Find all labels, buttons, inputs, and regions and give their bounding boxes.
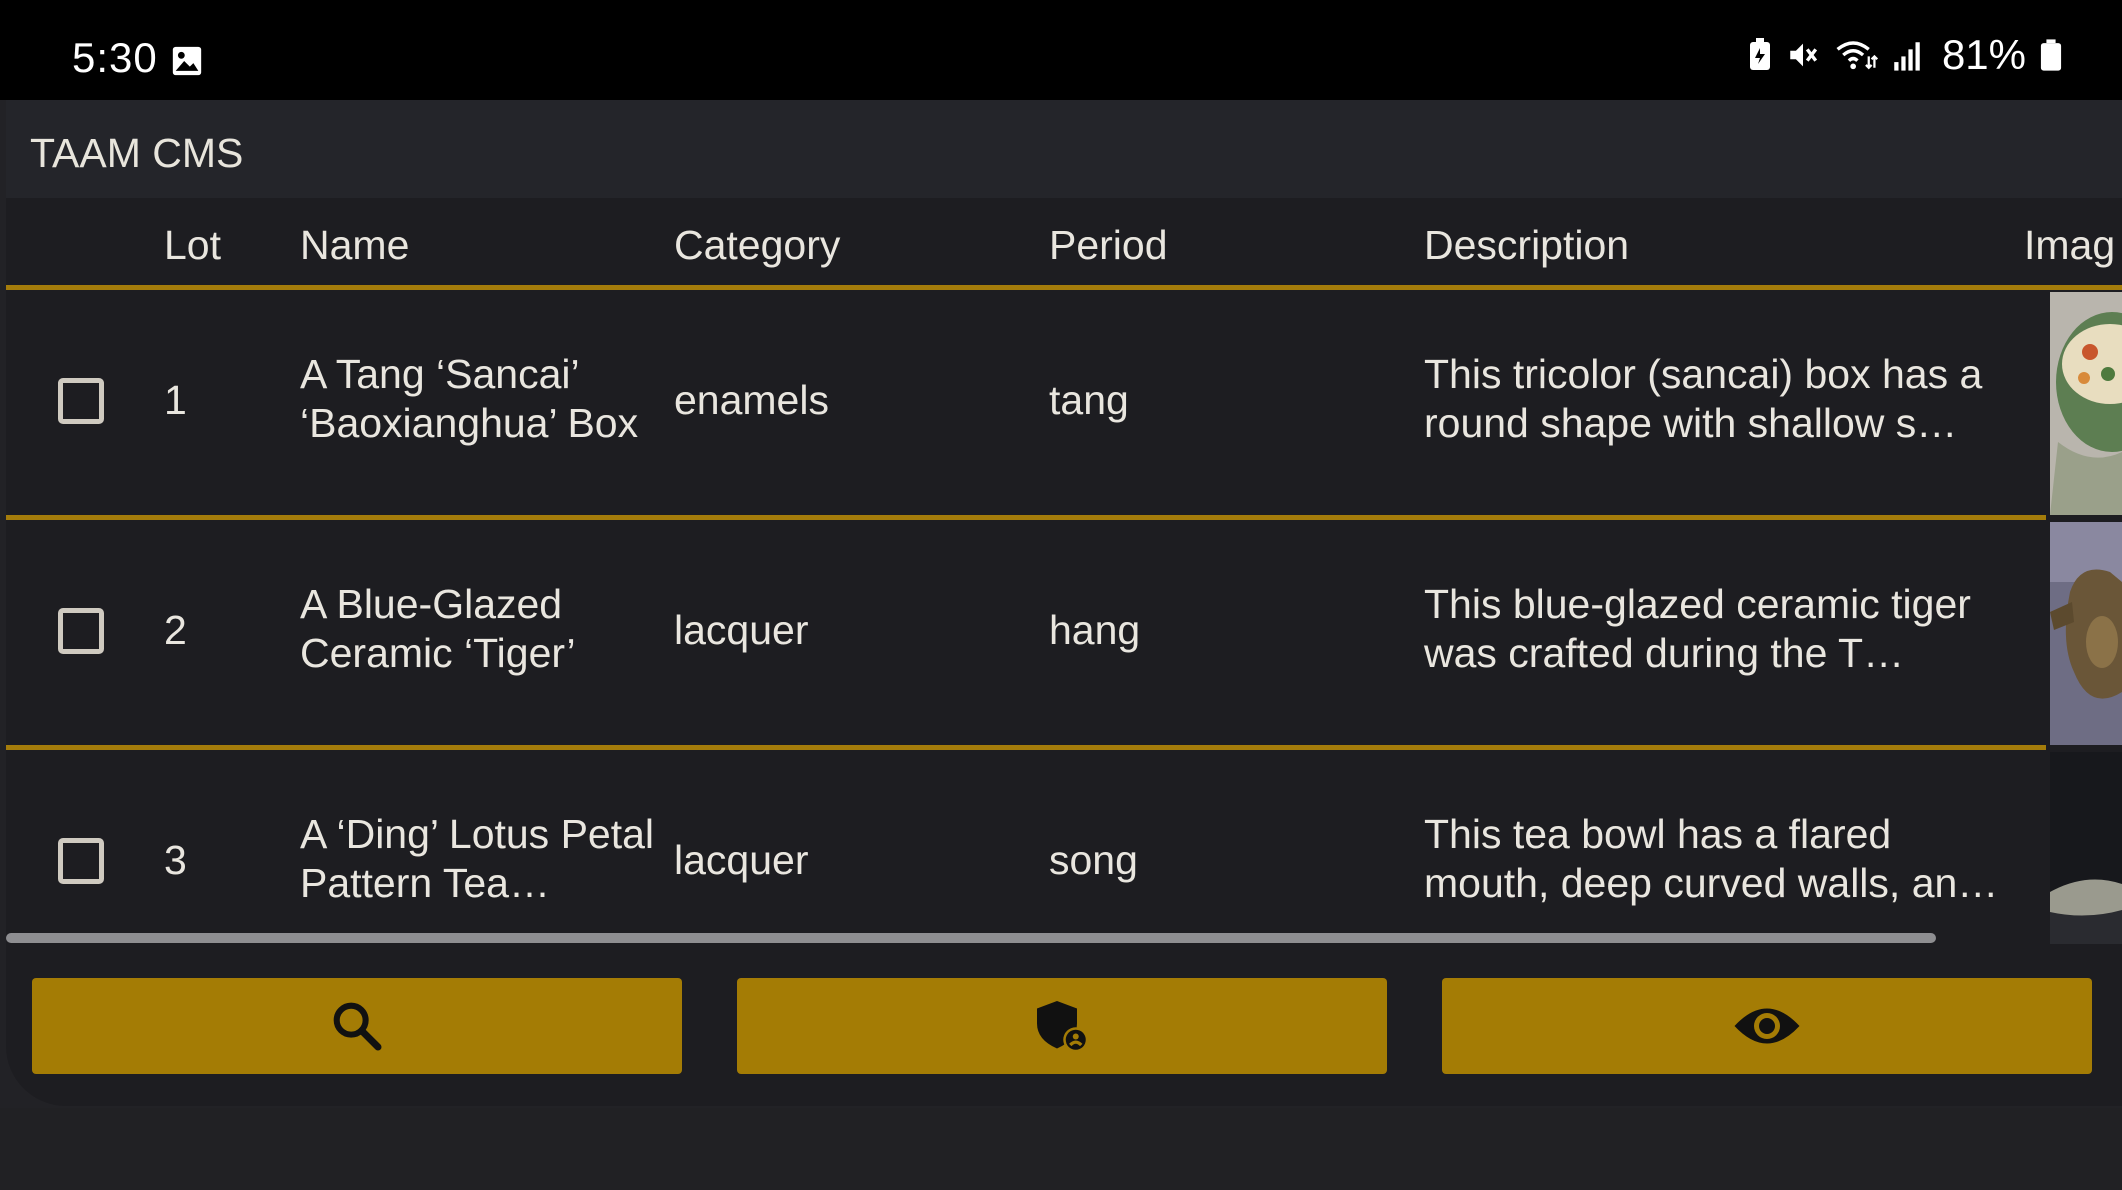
row-checkbox[interactable] xyxy=(58,838,104,884)
thumbnail-image[interactable] xyxy=(2050,292,2122,515)
cell-lot: 3 xyxy=(164,837,187,883)
column-header-name[interactable]: Name xyxy=(300,222,409,269)
system-navigation-area xyxy=(0,1108,2122,1190)
mute-icon xyxy=(1790,43,1818,67)
thumbnail-image[interactable] xyxy=(2050,522,2122,745)
cell-description: This blue-glazed ceramic tiger was craft… xyxy=(1424,581,1971,676)
battery-percentage: 81% xyxy=(1941,31,2026,78)
signal-icon xyxy=(1894,42,1920,71)
thumbnail-image[interactable] xyxy=(2050,752,2122,944)
app-title: TAAM CMS xyxy=(30,130,244,176)
cell-name: A ‘Ding’ Lotus Petal Pattern Tea… xyxy=(300,811,655,906)
horizontal-scrollbar[interactable] xyxy=(6,933,1936,943)
admin-button[interactable] xyxy=(737,978,1387,1074)
cell-name: A Tang ‘Sancai’ ‘Baoxianghua’ Box xyxy=(300,351,639,446)
column-header-period[interactable]: Period xyxy=(1049,222,1168,269)
cell-description: This tricolor (sancai) box has a round s… xyxy=(1424,351,1983,446)
app-bar: TAAM CMS xyxy=(6,100,2122,198)
cell-category: enamels xyxy=(674,377,829,423)
cell-lot: 1 xyxy=(164,377,187,423)
battery-icon xyxy=(2040,39,2062,71)
status-bar: 5:30 81% xyxy=(0,0,2122,100)
row-checkbox[interactable] xyxy=(58,378,104,424)
cell-name: A Blue-Glazed Ceramic ‘Tiger’ xyxy=(300,581,576,676)
view-button[interactable] xyxy=(1442,978,2092,1074)
row-checkbox[interactable] xyxy=(58,608,104,654)
status-time: 5:30 xyxy=(72,34,158,81)
cell-description: This tea bowl has a flared mouth, deep c… xyxy=(1424,811,1999,906)
admin-shield-icon xyxy=(1037,1001,1089,1053)
column-header-image[interactable]: Imag xyxy=(2024,222,2115,269)
cell-period: hang xyxy=(1049,607,1141,653)
battery-saver-icon xyxy=(1749,38,1770,70)
cell-category: lacquer xyxy=(674,837,809,883)
cell-category: lacquer xyxy=(674,607,809,653)
cell-lot: 2 xyxy=(164,607,187,653)
eye-icon xyxy=(1734,1008,1800,1044)
cell-period: tang xyxy=(1049,377,1129,423)
search-button[interactable] xyxy=(32,978,682,1074)
column-header-description[interactable]: Description xyxy=(1424,222,1629,269)
status-icons: 81% xyxy=(1748,30,2062,80)
table-row[interactable]: 1 A Tang ‘Sancai’ ‘Baoxianghua’ Box enam… xyxy=(6,290,2046,515)
app-window: TAAM CMS Lot Name Category Period Descri… xyxy=(6,100,2122,1106)
column-header-lot[interactable]: Lot xyxy=(164,222,221,269)
search-icon xyxy=(333,1002,382,1051)
table-row[interactable]: 2 A Blue-Glazed Ceramic ‘Tiger’ lacquer … xyxy=(6,520,2046,745)
cell-period: song xyxy=(1049,837,1138,883)
column-header-category[interactable]: Category xyxy=(674,222,840,269)
image-icon xyxy=(172,46,202,76)
wifi-icon xyxy=(1836,41,1878,70)
